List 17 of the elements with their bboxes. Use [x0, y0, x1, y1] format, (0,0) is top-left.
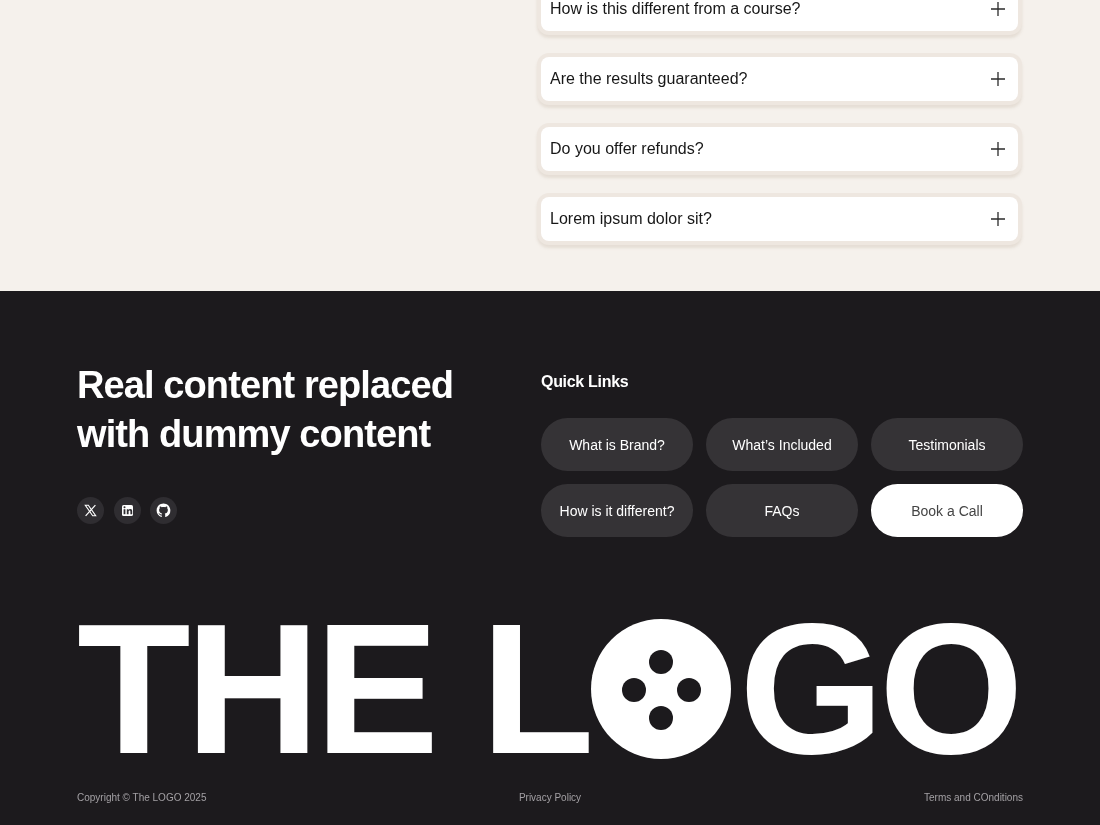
x-logo-icon[interactable] — [77, 497, 104, 524]
dotted-disc-icon — [591, 619, 732, 760]
quick-link-button[interactable]: What is Brand? — [541, 418, 693, 471]
quick-link-button[interactable]: What’s Included — [706, 418, 858, 471]
linkedin-logo-icon[interactable] — [113, 497, 141, 524]
terms-link[interactable]: Terms and COnditions — [924, 790, 1023, 805]
logo-wordmark-text: GO — [739, 615, 1019, 764]
copyright-text: Copyright © The LOGO 2025 — [77, 790, 208, 805]
quick-link-button[interactable]: Testimonials — [871, 418, 1023, 471]
privacy-policy-link[interactable]: Privacy Policy — [518, 790, 582, 805]
logo-wordmark-text: THE L — [77, 615, 590, 764]
quick-link-button[interactable]: FAQs — [706, 484, 858, 537]
book-call-button[interactable]: Book a Call — [871, 484, 1023, 537]
github-logo-icon[interactable] — [150, 497, 177, 524]
footer-heading: Real content replaced with dummy content — [77, 363, 454, 457]
quick-link-button[interactable]: How is it different? — [541, 484, 693, 537]
quick-links-title: Quick Links — [541, 372, 630, 392]
